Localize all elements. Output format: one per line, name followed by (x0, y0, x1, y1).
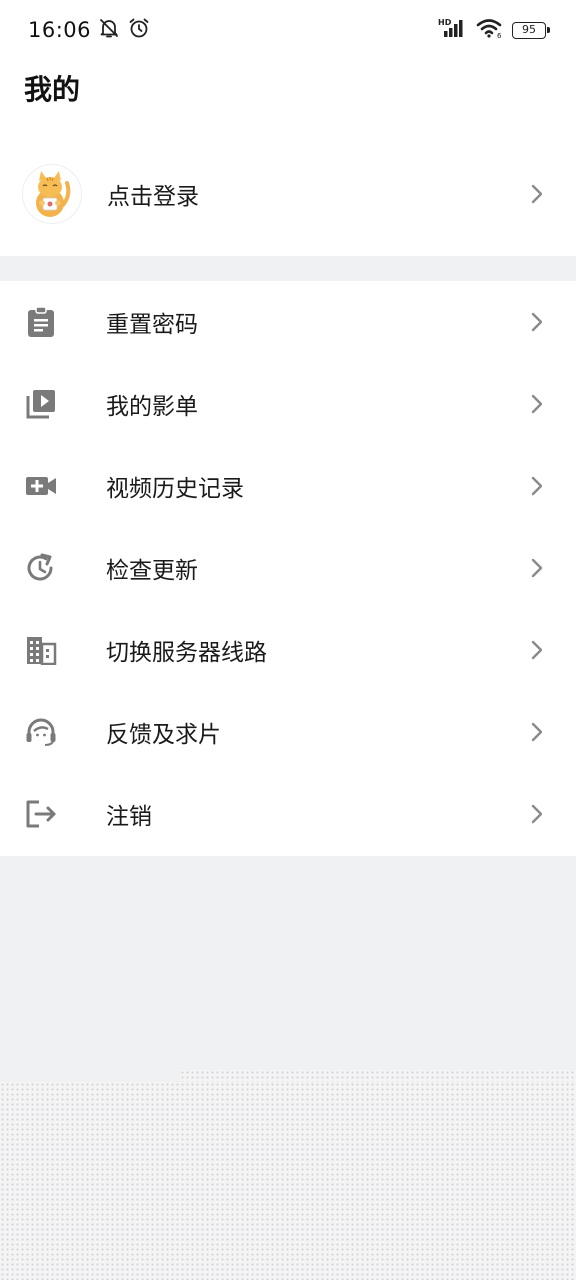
dotted-pattern (0, 1082, 576, 1280)
status-left: 16:06 (28, 16, 151, 44)
cat-avatar-icon[interactable] (22, 164, 82, 224)
settings-menu: 重置密码 我的影单 视频历史记录 检查更新 切换服务器线路 反馈及求片 注销 (0, 281, 576, 856)
menu-item-feedback[interactable]: 反馈及求片 (0, 691, 576, 773)
menu-item-label: 注销 (106, 804, 152, 830)
login-label: 点击登录 (107, 184, 199, 210)
chevron-right-icon (528, 722, 546, 742)
muted-bell-icon (97, 16, 121, 44)
chevron-right-icon (528, 476, 546, 496)
alarm-icon (127, 16, 151, 44)
video-add-icon (24, 469, 58, 503)
status-right: HD 6 95 (438, 17, 550, 43)
menu-item-reset-password[interactable]: 重置密码 (0, 281, 576, 363)
page-title: 我的 (24, 73, 81, 106)
clipboard-icon (24, 305, 58, 339)
menu-item-check-update[interactable]: 检查更新 (0, 527, 576, 609)
menu-item-label: 我的影单 (106, 394, 198, 420)
menu-item-label: 反馈及求片 (106, 722, 221, 748)
refresh-icon (24, 551, 58, 585)
chevron-right-icon (528, 558, 546, 578)
profile-login-row[interactable]: 点击登录 (0, 150, 576, 238)
status-bar: 16:06 HD 6 95 (0, 0, 576, 60)
building-icon (24, 633, 58, 667)
wifi-sub-label: 6 (497, 32, 502, 39)
playlist-icon (24, 387, 58, 421)
menu-item-label: 检查更新 (106, 558, 198, 584)
menu-item-logout[interactable]: 注销 (0, 773, 576, 855)
menu-item-label: 切换服务器线路 (106, 640, 267, 666)
menu-item-label: 重置密码 (106, 312, 198, 338)
menu-item-my-playlist[interactable]: 我的影单 (0, 363, 576, 445)
signal-icon: HD (438, 17, 468, 43)
support-agent-icon (24, 715, 58, 749)
chevron-right-icon (528, 312, 546, 332)
menu-item-label: 视频历史记录 (106, 476, 244, 502)
status-time: 16:06 (28, 18, 92, 42)
chevron-right-icon (528, 640, 546, 660)
wifi-icon: 6 (476, 17, 504, 43)
network-label: HD (438, 18, 452, 27)
screen: 16:06 HD 6 95 我的 点击登录 重置密码 我的影单 视频历史记录 检… (0, 0, 576, 1280)
chevron-right-icon (528, 804, 546, 824)
battery-indicator: 95 (512, 21, 550, 39)
chevron-right-icon (528, 394, 546, 414)
menu-item-switch-server[interactable]: 切换服务器线路 (0, 609, 576, 691)
logout-icon (24, 797, 58, 831)
chevron-right-icon (528, 184, 546, 204)
dotted-pattern (180, 1070, 576, 1082)
menu-item-video-history[interactable]: 视频历史记录 (0, 445, 576, 527)
header: 我的 点击登录 (0, 60, 576, 256)
